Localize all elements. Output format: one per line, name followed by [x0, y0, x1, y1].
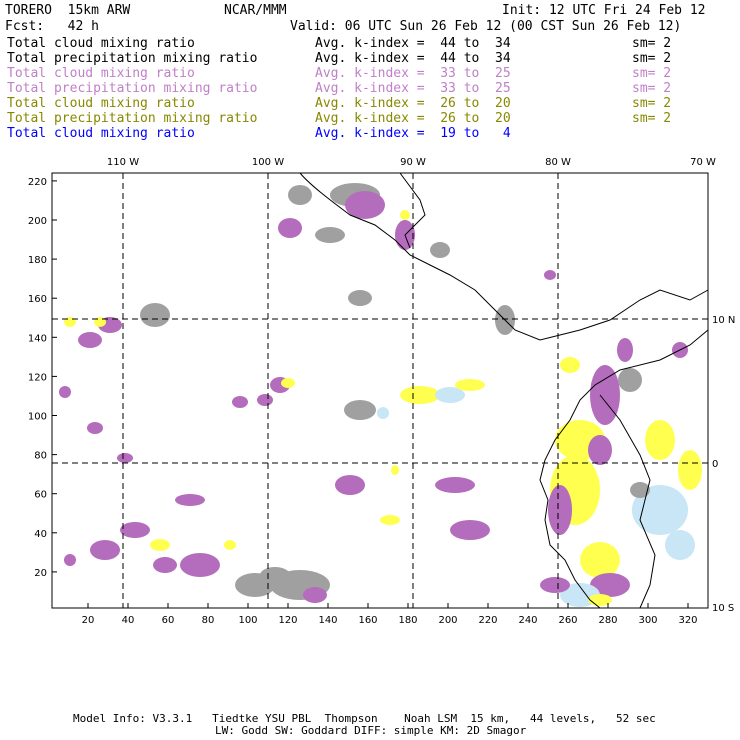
x-tick-label: 280 — [598, 615, 617, 626]
yellow-field-patch — [645, 420, 675, 460]
x-tick-label: 240 — [518, 615, 537, 626]
x-tick-label: 200 — [438, 615, 457, 626]
purple-field-patch — [590, 365, 620, 425]
x-tick-label: 180 — [398, 615, 417, 626]
latitude-label: 0 — [712, 459, 718, 470]
yellow-field-patch — [391, 465, 399, 475]
y-tick-label: 60 — [34, 490, 47, 501]
gray-field-patch — [315, 227, 345, 243]
purple-field-patch — [450, 520, 490, 540]
yellow-field-patch — [400, 386, 440, 404]
gray-field-patch — [618, 368, 642, 392]
longitude-label: 100 W — [252, 157, 284, 168]
y-tick-label: 100 — [28, 412, 47, 423]
purple-field-patch — [257, 394, 273, 406]
purple-field-patch — [544, 270, 556, 280]
purple-field-patch — [345, 191, 385, 219]
x-tick-label: 20 — [82, 615, 95, 626]
purple-field-patch — [90, 540, 120, 560]
yellow-field-patch — [400, 210, 410, 220]
yellow-field-patch — [560, 357, 580, 373]
purple-field-patch — [278, 218, 302, 238]
coastline — [559, 289, 709, 336]
purple-field-patch — [540, 577, 570, 593]
longitude-label: 70 W — [690, 157, 716, 168]
x-tick-label: 320 — [678, 615, 697, 626]
y-tick-label: 180 — [28, 255, 47, 266]
longitude-label: 80 W — [545, 157, 571, 168]
yellow-field-patch — [455, 379, 485, 391]
x-tick-label: 160 — [358, 615, 377, 626]
purple-field-patch — [617, 338, 633, 362]
y-tick-label: 140 — [28, 333, 47, 344]
yellow-field-patch — [580, 542, 620, 578]
purple-field-patch — [59, 386, 71, 398]
purple-field-patch — [435, 477, 475, 493]
gray-field-patch — [348, 290, 372, 306]
gray-field-patch — [344, 400, 376, 420]
yellow-field-patch — [150, 539, 170, 551]
gray-field-patch — [140, 303, 170, 327]
y-tick-label: 80 — [34, 451, 47, 462]
gray-field-patch — [288, 185, 312, 205]
purple-field-patch — [153, 557, 177, 573]
map-plot: 110 W 100 W 90 W 80 W 70 W 10 N 0 10 S 20 40 60 80 1… — [28, 157, 735, 626]
purple-field-patch — [64, 554, 76, 566]
longitude-label: 110 W — [107, 157, 139, 168]
purple-field-patch — [117, 453, 133, 463]
purple-field-patch — [548, 485, 572, 535]
purple-field-patch — [588, 435, 612, 465]
lightblue-field-patch — [377, 407, 389, 419]
y-tick-label: 20 — [34, 568, 47, 579]
longitude-label: 90 W — [400, 157, 426, 168]
y-tick-label: 220 — [28, 177, 47, 188]
yellow-field-patch — [380, 515, 400, 525]
x-tick-label: 40 — [122, 615, 135, 626]
weather-map-page: TORERO 15km ARW NCAR/MMM Init: 12 UTC Fr… — [0, 0, 740, 740]
y-tick-label: 120 — [28, 372, 47, 383]
lightblue-field-patch — [665, 530, 695, 560]
purple-field-patch — [87, 422, 103, 434]
x-tick-label: 220 — [478, 615, 497, 626]
x-tick-label: 300 — [638, 615, 657, 626]
yellow-field-patch — [224, 540, 236, 550]
x-tick-label: 100 — [238, 615, 257, 626]
purple-field-patch — [180, 553, 220, 577]
y-tick-label: 40 — [34, 529, 47, 540]
gray-field-patch — [430, 242, 450, 258]
y-tick-label: 160 — [28, 294, 47, 305]
purple-field-patch — [303, 587, 327, 603]
latitude-label: 10 N — [712, 315, 735, 326]
x-tick-label: 140 — [318, 615, 337, 626]
yellow-field-patch — [281, 378, 295, 388]
x-tick-label: 80 — [202, 615, 215, 626]
x-tick-label: 60 — [162, 615, 175, 626]
purple-field-patch — [78, 332, 102, 348]
purple-field-patch — [232, 396, 248, 408]
purple-field-patch — [335, 475, 365, 495]
gray-field-patch — [260, 567, 290, 583]
model-info-line2: LW: Godd SW: Goddard DIFF: simple KM: 2D… — [215, 724, 527, 737]
purple-field-patch — [175, 494, 205, 506]
latitude-label: 10 S — [712, 603, 734, 614]
x-tick-label: 260 — [558, 615, 577, 626]
yellow-field-patch — [678, 450, 702, 490]
y-tick-label: 200 — [28, 216, 47, 227]
purple-field-patch — [120, 522, 150, 538]
x-tick-label: 120 — [278, 615, 297, 626]
